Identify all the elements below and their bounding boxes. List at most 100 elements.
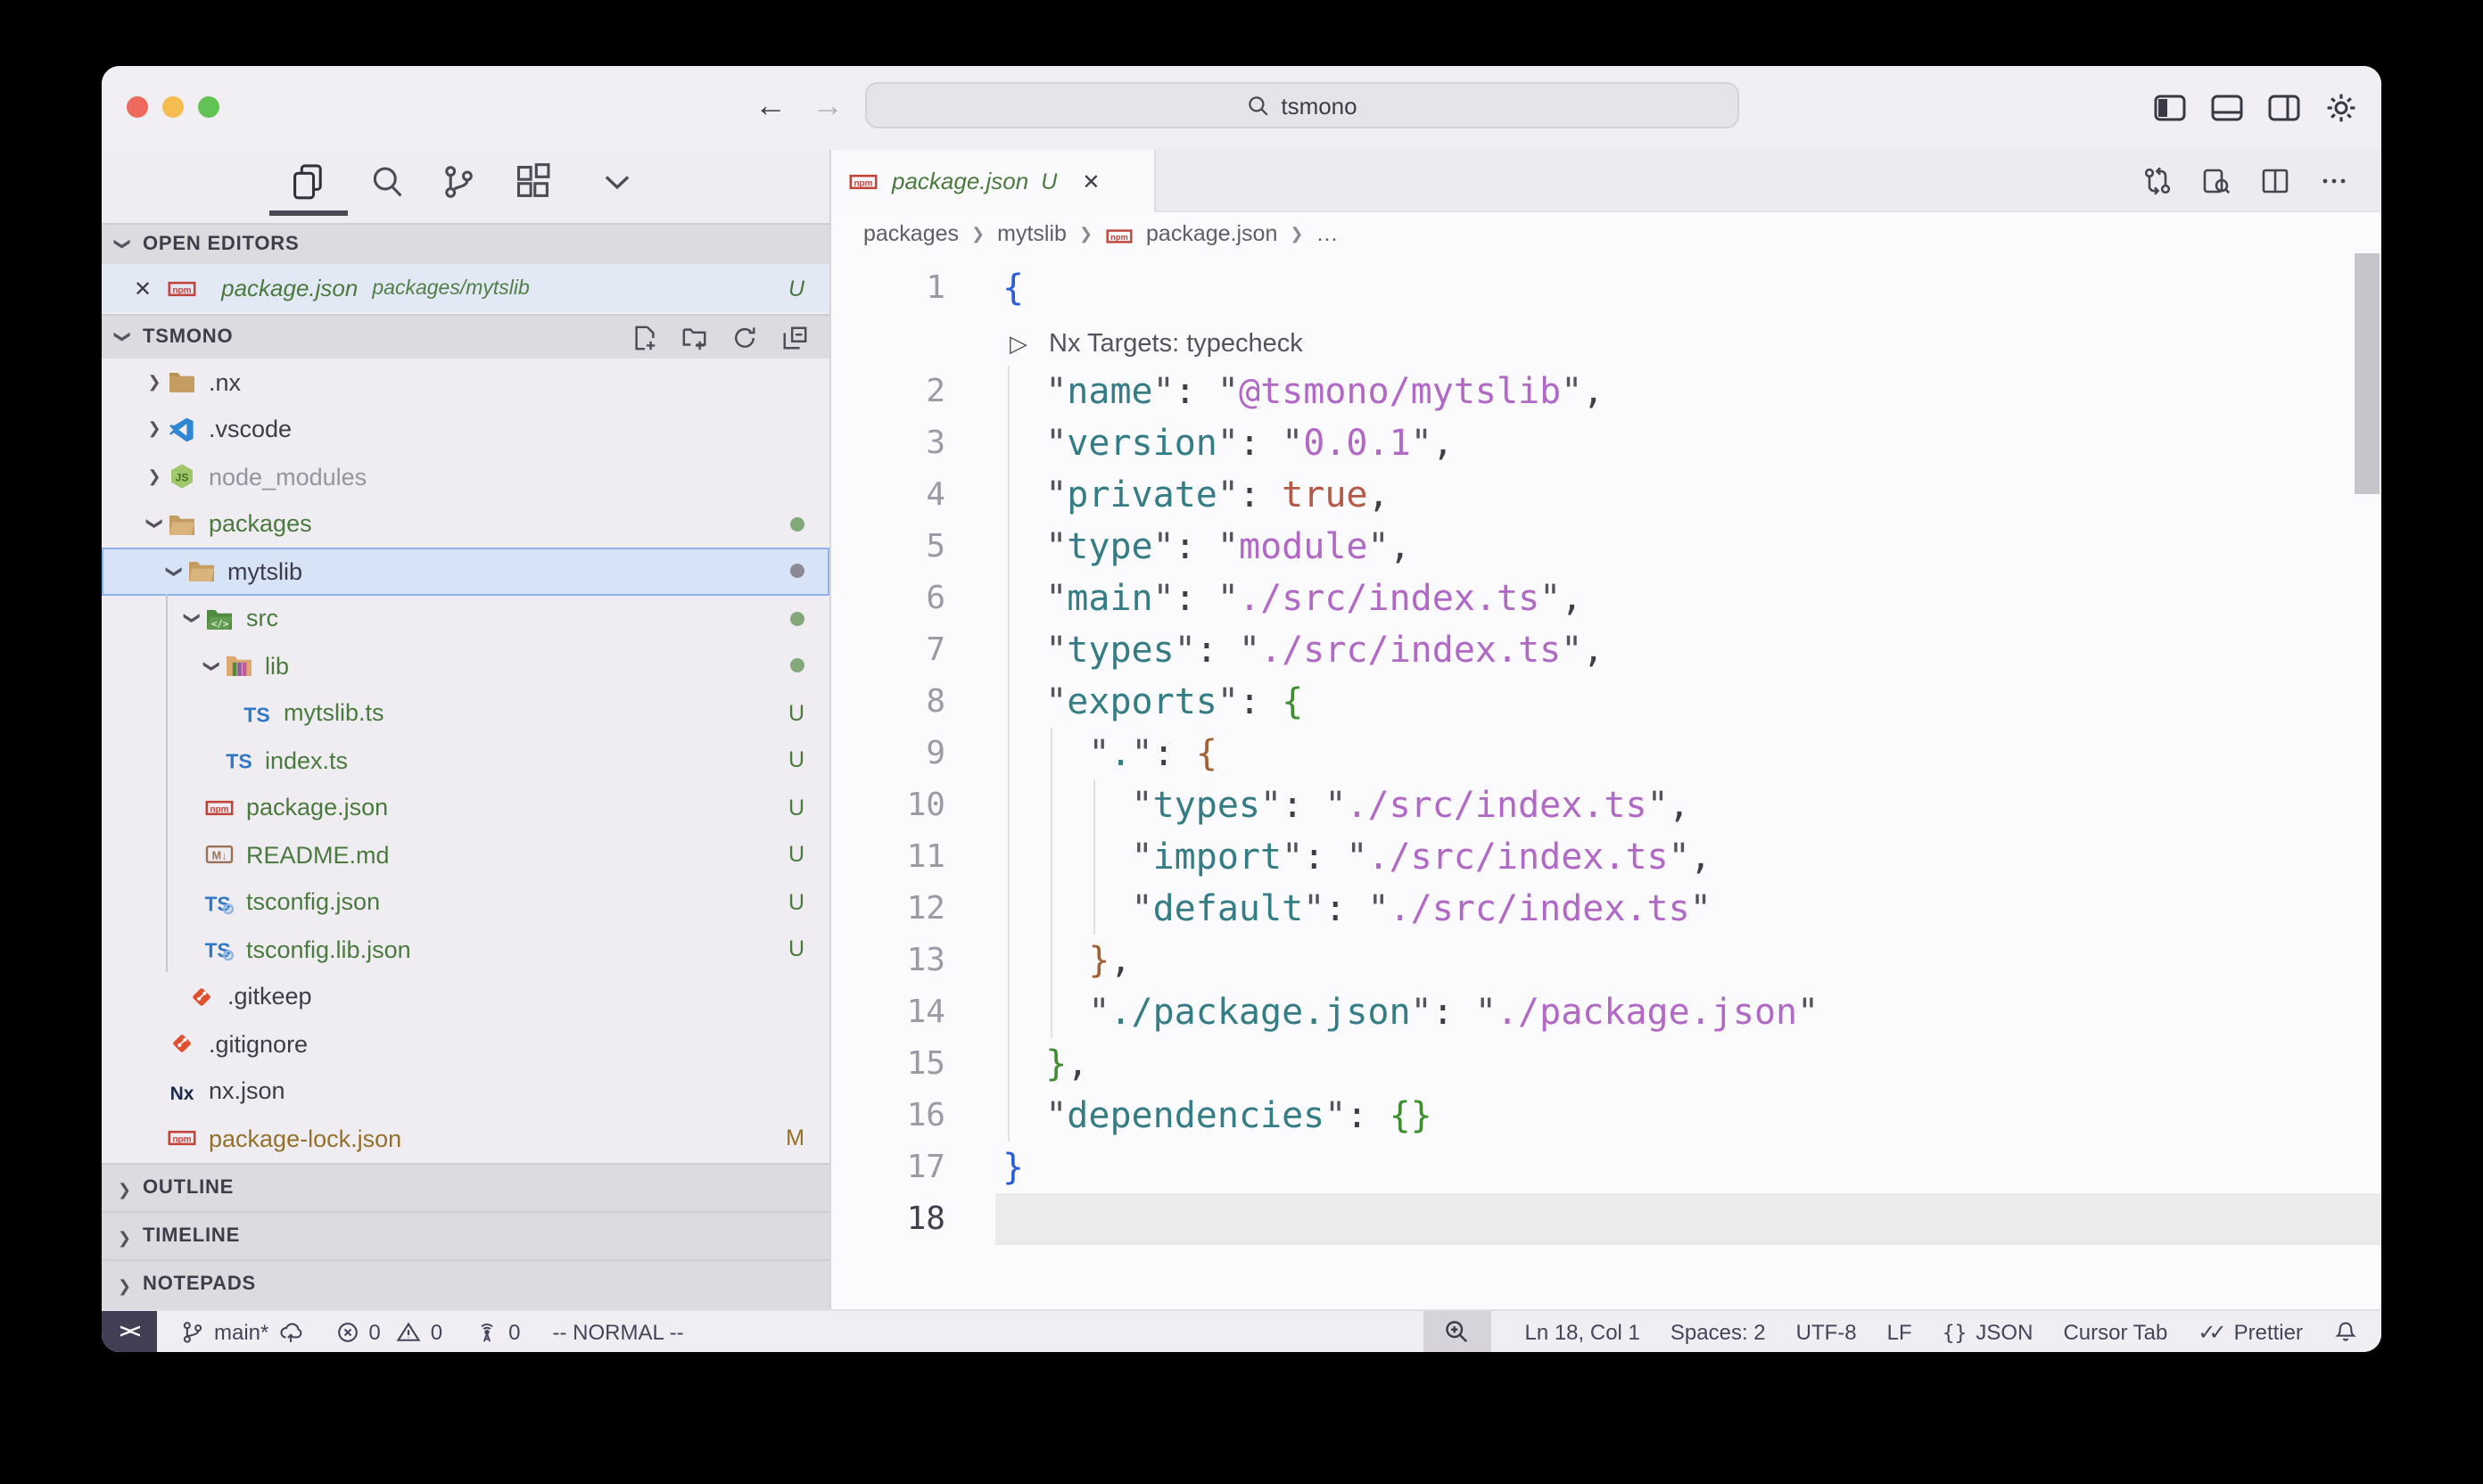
open-preview-icon[interactable] bbox=[2201, 166, 2231, 196]
maximize-window-button[interactable] bbox=[198, 96, 219, 118]
tree-item-.nx[interactable]: ❯.nx bbox=[102, 359, 829, 406]
tree-item-package-lock.json[interactable]: npmpackage-lock.jsonM bbox=[102, 1115, 829, 1162]
tree-item-node_modules[interactable]: ❯JSnode_modules bbox=[102, 453, 829, 500]
code-line-6[interactable]: 6 "main": "./src/index.ts", bbox=[831, 573, 2381, 624]
git-branch-item[interactable]: main* bbox=[180, 1319, 302, 1344]
tree-item-tsconfig.json[interactable]: TStsconfig.jsonU bbox=[102, 878, 829, 926]
tree-item-mytslib[interactable]: ❯mytslib bbox=[102, 548, 829, 595]
code-line-17[interactable]: 17} bbox=[831, 1142, 2381, 1193]
code-line-12[interactable]: 12 "default": "./src/index.ts" bbox=[831, 883, 2381, 935]
tree-item-src[interactable]: ❯</>src bbox=[102, 595, 829, 642]
tree-item-index.ts[interactable]: TSindex.tsU bbox=[102, 737, 829, 784]
tree-item-package.json[interactable]: npmpackage.jsonU bbox=[102, 784, 829, 831]
close-tab-icon[interactable] bbox=[1082, 169, 1100, 194]
chevron-down-icon[interactable]: ❯ bbox=[144, 511, 164, 538]
codelens-nx-targets[interactable]: Nx Targets: typecheck bbox=[831, 314, 2381, 366]
code-editor[interactable]: 1{Nx Targets: typecheck2 "name": "@tsmon… bbox=[831, 253, 2381, 1309]
close-window-button[interactable] bbox=[127, 96, 148, 118]
file-tree: ❯.nx❯.vscode❯JSnode_modules❯packages❯myt… bbox=[102, 359, 829, 1162]
new-file-icon[interactable] bbox=[631, 324, 658, 350]
code-line-13[interactable]: 13 }, bbox=[831, 935, 2381, 986]
editor-scrollbar[interactable] bbox=[2355, 253, 2380, 494]
navigate-forward-icon[interactable] bbox=[812, 82, 844, 128]
vim-mode-item[interactable]: -- NORMAL -- bbox=[553, 1319, 684, 1344]
code-line-8[interactable]: 8 "exports": { bbox=[831, 676, 2381, 728]
code-line-9[interactable]: 9 ".": { bbox=[831, 728, 2381, 779]
code-line-5[interactable]: 5 "type": "module", bbox=[831, 521, 2381, 573]
breadcrumb-symbol[interactable]: … bbox=[1316, 220, 1338, 245]
cursor-position-item[interactable]: Ln 18, Col 1 bbox=[1524, 1319, 1639, 1344]
chevron-right-icon[interactable]: ❯ bbox=[141, 373, 168, 392]
code-line-2[interactable]: 2 "name": "@tsmono/mytslib", bbox=[831, 366, 2381, 417]
tree-item-README.md[interactable]: M↓README.mdU bbox=[102, 831, 829, 878]
code-line-4[interactable]: 4 "private": true, bbox=[831, 469, 2381, 521]
tree-item-tsconfig.lib.json[interactable]: TStsconfig.lib.jsonU bbox=[102, 926, 829, 973]
tree-item-.gitignore[interactable]: .gitignore bbox=[102, 1020, 829, 1068]
tab-package-json[interactable]: npm package.json U bbox=[831, 150, 1156, 212]
language-mode-item[interactable]: JSON bbox=[1943, 1319, 2033, 1344]
explorer-icon[interactable] bbox=[289, 162, 328, 202]
tree-item-nx.json[interactable]: Nxnx.json bbox=[102, 1068, 829, 1115]
split-editor-icon[interactable] bbox=[2260, 166, 2290, 196]
breadcrumb-package-json[interactable]: package.json bbox=[1146, 220, 1277, 245]
open-editors-header[interactable]: OPEN EDITORS bbox=[102, 223, 829, 264]
more-actions-icon[interactable] bbox=[2319, 166, 2349, 196]
code-line-15[interactable]: 15 }, bbox=[831, 1038, 2381, 1090]
codelens-label[interactable]: Nx Targets: typecheck bbox=[1049, 319, 1303, 371]
code-line-18[interactable]: 18 bbox=[831, 1193, 2381, 1245]
indentation-item[interactable]: Spaces: 2 bbox=[1670, 1319, 1766, 1344]
toggle-secondary-sidebar-icon[interactable] bbox=[2267, 91, 2301, 125]
minimize-window-button[interactable] bbox=[162, 96, 184, 118]
new-folder-icon[interactable] bbox=[681, 324, 708, 350]
notepads-section-header[interactable]: NOTEPADS bbox=[102, 1258, 829, 1309]
problems-item[interactable]: 0 0 bbox=[334, 1319, 442, 1344]
toggle-primary-sidebar-icon[interactable] bbox=[2153, 91, 2187, 125]
chevron-down-icon[interactable]: ❯ bbox=[182, 606, 202, 632]
formatter-item[interactable]: Prettier bbox=[2198, 1319, 2303, 1344]
timeline-section-header[interactable]: TIMELINE bbox=[102, 1210, 829, 1258]
ports-item[interactable]: 0 bbox=[474, 1319, 520, 1344]
toggle-panel-icon[interactable] bbox=[2210, 91, 2244, 125]
code-line-11[interactable]: 11 "import": "./src/index.ts", bbox=[831, 831, 2381, 883]
encoding-item[interactable]: UTF-8 bbox=[1796, 1319, 1857, 1344]
code-line-3[interactable]: 3 "version": "0.0.1", bbox=[831, 417, 2381, 469]
tree-item-lib[interactable]: ❯lib bbox=[102, 642, 829, 689]
code-line-16[interactable]: 16 "dependencies": {} bbox=[831, 1090, 2381, 1142]
breadcrumb-packages[interactable]: packages bbox=[863, 220, 959, 245]
code-line-10[interactable]: 10 "types": "./src/index.ts", bbox=[831, 779, 2381, 831]
chevron-down-icon[interactable]: ❯ bbox=[163, 558, 183, 585]
settings-gear-icon[interactable] bbox=[2324, 91, 2358, 125]
tree-item-.gitkeep[interactable]: .gitkeep bbox=[102, 973, 829, 1020]
chevron-down-icon[interactable]: ❯ bbox=[201, 653, 220, 680]
zoom-indicator[interactable] bbox=[1423, 1311, 1490, 1352]
search-view-icon[interactable] bbox=[367, 162, 407, 202]
run-target-icon[interactable] bbox=[1010, 319, 1027, 371]
tree-item-mytslib.ts[interactable]: TSmytslib.tsU bbox=[102, 689, 829, 737]
code-line-7[interactable]: 7 "types": "./src/index.ts", bbox=[831, 624, 2381, 676]
notifications-item[interactable] bbox=[2333, 1319, 2358, 1344]
git-badge: U bbox=[788, 843, 804, 868]
remote-indicator[interactable] bbox=[102, 1310, 157, 1352]
eol-item[interactable]: LF bbox=[1887, 1319, 1912, 1344]
refresh-icon[interactable] bbox=[731, 324, 758, 350]
close-editor-icon[interactable] bbox=[134, 276, 152, 301]
navigate-back-icon[interactable] bbox=[755, 82, 787, 128]
tree-item-.vscode[interactable]: ❯.vscode bbox=[102, 406, 829, 453]
chevron-down-icon bbox=[112, 235, 137, 253]
chevron-right-icon[interactable]: ❯ bbox=[141, 420, 168, 440]
more-views-chevron-icon[interactable] bbox=[598, 162, 637, 202]
cursor-tab-item[interactable]: Cursor Tab bbox=[2063, 1319, 2167, 1344]
chevron-right-icon[interactable]: ❯ bbox=[141, 467, 168, 487]
outline-section-header[interactable]: OUTLINE bbox=[102, 1162, 829, 1210]
extensions-icon[interactable] bbox=[514, 162, 553, 202]
command-center-search[interactable]: tsmono bbox=[865, 82, 1739, 128]
code-line-1[interactable]: 1{ bbox=[831, 262, 2381, 314]
source-control-icon[interactable] bbox=[439, 162, 478, 202]
code-line-14[interactable]: 14 "./package.json": "./package.json" bbox=[831, 986, 2381, 1038]
breadcrumb-mytslib[interactable]: mytslib bbox=[997, 220, 1067, 245]
explorer-section-header[interactable]: TSMONO bbox=[102, 314, 829, 359]
compare-changes-icon[interactable] bbox=[2142, 166, 2173, 196]
tree-item-packages[interactable]: ❯packages bbox=[102, 500, 829, 548]
collapse-folders-icon[interactable] bbox=[781, 324, 808, 350]
open-editor-item[interactable]: npm package.json packages/mytslib U bbox=[102, 264, 829, 312]
